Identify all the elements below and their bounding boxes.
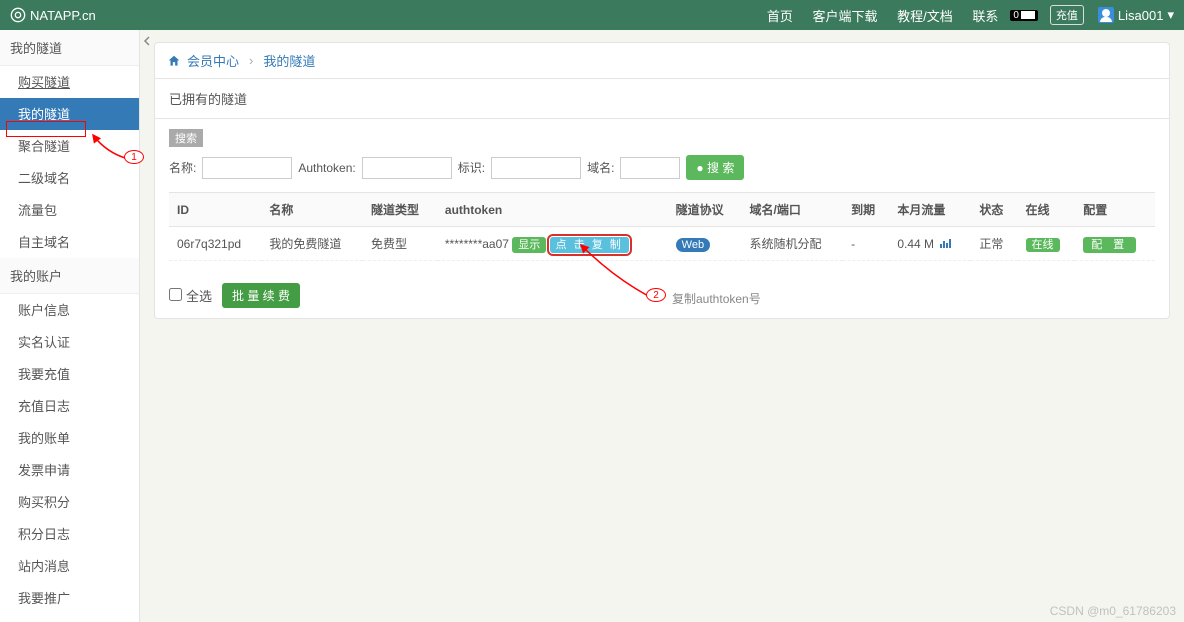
breadcrumb-my-tunnel[interactable]: 我的隧道 [263,51,315,70]
cell-domain: 系统随机分配 [742,227,844,261]
sidebar-item-buy-points[interactable]: 购买积分 [0,486,139,518]
input-authtoken[interactable] [362,157,452,179]
th-domain: 域名/端口 [742,193,844,227]
sidebar-section-account: 我的账户 [0,258,139,294]
cell-config: 配 置 [1075,227,1155,261]
breadcrumb: 会员中心 我的隧道 [155,43,1169,79]
search-button[interactable]: ● 搜 索 [686,155,744,180]
sidebar-item-invoice[interactable]: 发票申请 [0,454,139,486]
token-text: ********aa07 [445,237,509,251]
sidebar-item-buy-tunnel[interactable]: 购买隧道 [0,66,139,98]
sidebar-item-verify[interactable]: 实名认证 [0,326,139,358]
show-token-button[interactable]: 显示 [512,237,546,253]
select-all-checkbox[interactable] [169,288,182,301]
copy-token-button[interactable]: 点 击 复 制 [550,237,629,253]
top-nav: 首页 客户端下载 教程/文档 联系 [759,6,1007,25]
th-id: ID [169,193,261,227]
panel: 会员中心 我的隧道 已拥有的隧道 搜索 名称: Authtoken: 标识: 域… [154,42,1170,319]
th-config: 配置 [1075,193,1155,227]
label-authtoken: Authtoken: [298,161,355,175]
search-box: 搜索 名称: Authtoken: 标识: 域名: ● 搜 索 [155,119,1169,192]
brand[interactable]: NATAPP.cn [10,7,96,23]
envelope-icon [1021,11,1035,19]
cell-status: 正常 [971,227,1017,261]
sidebar-section-tunnels: 我的隧道 [0,30,139,66]
breadcrumb-sep [245,53,257,68]
caret-down-icon: ▾ [1167,7,1174,23]
table-row: 06r7q321pd 我的免费隧道 免费型 ********aa07 显示 点 … [169,227,1155,261]
th-online: 在线 [1018,193,1076,227]
msg-badge[interactable]: 0 [1010,10,1038,21]
watermark: CSDN @m0_61786203 [1050,604,1176,618]
annotation-text-2: 复制authtoken号 [672,290,761,307]
sidebar-item-points-log[interactable]: 积分日志 [0,518,139,550]
cell-flow: 0.44 M [889,227,971,261]
protocol-badge: Web [676,238,710,252]
online-badge: 在线 [1026,238,1060,252]
nav-contact[interactable]: 联系 [964,9,1006,24]
sidebar-item-promote[interactable]: 我要推广 [0,582,139,614]
batch-renew-button[interactable]: 批 量 续 费 [222,283,300,308]
cell-id: 06r7q321pd [169,227,261,261]
sidebar-item-messages[interactable]: 站内消息 [0,550,139,582]
user-icon [1098,7,1114,23]
label-domain: 域名: [587,159,614,176]
nav-download[interactable]: 客户端下载 [804,9,885,24]
input-mark[interactable] [491,157,581,179]
sidebar-item-profile[interactable]: 账户信息 [0,294,139,326]
config-button[interactable]: 配 置 [1083,237,1136,253]
breadcrumb-member-center[interactable]: 会员中心 [187,51,239,70]
panel-title: 已拥有的隧道 [155,79,1169,119]
chart-icon[interactable] [937,237,952,251]
sidebar-item-recharge[interactable]: 我要充值 [0,358,139,390]
th-name: 名称 [261,193,363,227]
sidebar-item-bills[interactable]: 我的账单 [0,422,139,454]
sidebar-item-subdomain[interactable]: 二级域名 [0,162,139,194]
th-type: 隧道类型 [363,193,437,227]
cell-proto: Web [668,227,742,261]
main-content: 会员中心 我的隧道 已拥有的隧道 搜索 名称: Authtoken: 标识: 域… [154,30,1184,622]
annotation-number-2: 2 [646,288,666,302]
annotation-number-1: 1 [124,150,144,164]
cell-expire: - [843,227,889,261]
tunnels-table: ID 名称 隧道类型 authtoken 隧道协议 域名/端口 到期 本月流量 … [169,192,1155,261]
label-mark: 标识: [458,159,485,176]
input-domain[interactable] [620,157,680,179]
select-all-label[interactable]: 全选 [169,286,212,305]
recharge-button[interactable]: 充值 [1050,5,1084,25]
sidebar-item-aggregate[interactable]: 聚合隧道 [0,130,139,162]
user-menu[interactable]: Lisa001 ▾ [1098,7,1174,23]
nav-docs[interactable]: 教程/文档 [889,9,961,24]
th-proto: 隧道协议 [668,193,742,227]
cell-online: 在线 [1018,227,1076,261]
logo-icon [10,7,26,23]
sidebar-collapse-handle[interactable] [140,30,154,622]
sidebar: 我的隧道 购买隧道 我的隧道 聚合隧道 二级域名 流量包 自主域名 我的账户 账… [0,30,140,622]
sidebar-item-self-domain[interactable]: 自主域名 [0,226,139,258]
label-name: 名称: [169,159,196,176]
topbar: NATAPP.cn 首页 客户端下载 教程/文档 联系 0 充值 Lisa001… [0,0,1184,30]
chevron-left-icon [142,36,152,46]
sidebar-item-traffic[interactable]: 流量包 [0,194,139,226]
search-head: 搜索 [169,129,203,147]
sidebar-item-recharge-log[interactable]: 充值日志 [0,390,139,422]
brand-text: NATAPP.cn [30,8,96,23]
nav-home[interactable]: 首页 [759,9,801,24]
sidebar-item-my-tunnel[interactable]: 我的隧道 [0,98,139,130]
cell-name: 我的免费隧道 [261,227,363,261]
cell-token: ********aa07 显示 点 击 复 制 [437,227,668,261]
th-token: authtoken [437,193,668,227]
th-flow: 本月流量 [889,193,971,227]
cell-type: 免费型 [363,227,437,261]
input-name[interactable] [202,157,292,179]
username: Lisa001 [1118,8,1164,23]
home-icon[interactable] [167,54,181,68]
th-status: 状态 [971,193,1017,227]
th-expire: 到期 [843,193,889,227]
